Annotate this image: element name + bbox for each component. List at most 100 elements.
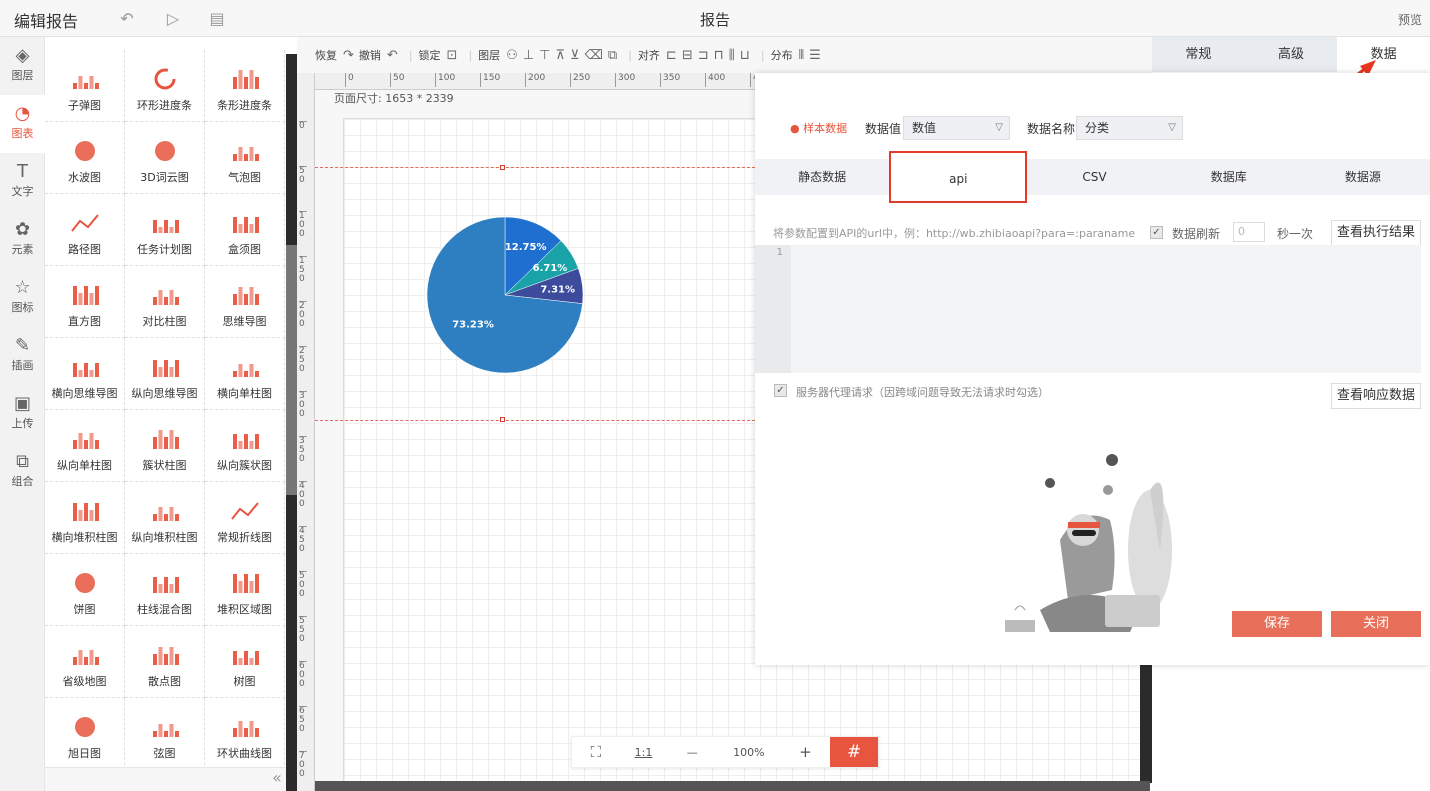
- component-scatter[interactable]: 散点图: [125, 626, 205, 698]
- distribute-button[interactable]: 分布: [771, 47, 793, 63]
- undo-icon[interactable]: ↶: [387, 48, 398, 63]
- zoom-in-button[interactable]: +: [781, 737, 831, 767]
- proxy-checkbox[interactable]: ✓: [774, 384, 787, 397]
- rail-item-palette[interactable]: ✎ 插画: [0, 327, 45, 385]
- component-hcol[interactable]: 纵向单柱图: [45, 410, 125, 482]
- rail-item-star[interactable]: ☆ 图标: [0, 269, 45, 327]
- align-right-icon[interactable]: ⊐: [698, 48, 709, 63]
- component-hist[interactable]: 直方图: [45, 266, 125, 338]
- tab-datasource[interactable]: 数据源: [1296, 159, 1430, 195]
- component-hcl[interactable]: 纵向簇状图: [205, 410, 285, 482]
- data-source-tabs: 静态数据 api CSV 数据库 数据源: [755, 151, 1430, 203]
- distribute-v-icon[interactable]: ☰: [809, 48, 821, 63]
- redo-icon[interactable]: ↷: [343, 48, 354, 63]
- api-code-editor[interactable]: [755, 245, 1421, 373]
- rail-item-shapes[interactable]: ✿ 元素: [0, 211, 45, 269]
- component-stack[interactable]: 横向堆积柱图: [45, 482, 125, 554]
- component-pie[interactable]: 饼图: [45, 554, 125, 626]
- component-bubble[interactable]: 气泡图: [205, 122, 285, 194]
- component-label: 水波图: [68, 171, 101, 184]
- component-col[interactable]: 横向单柱图: [205, 338, 285, 410]
- layer-down-icon[interactable]: ⊤: [539, 48, 550, 63]
- component-label: 横向单柱图: [217, 387, 272, 400]
- pie-chart[interactable]: 12.75% 6.71% 7.31% 73.23%: [420, 210, 590, 380]
- bubble-chart-icon: [205, 136, 284, 166]
- actual-size-button[interactable]: 1:1: [620, 737, 668, 767]
- component-radial[interactable]: 环状曲线图: [205, 698, 285, 770]
- component-mmv[interactable]: 纵向思维导图: [125, 338, 205, 410]
- layer-up-icon[interactable]: ⊥: [523, 48, 534, 63]
- align-middle-icon[interactable]: ⫼: [729, 48, 735, 63]
- component-task[interactable]: 任务计划图: [125, 194, 205, 266]
- component-cluster[interactable]: 簇状柱图: [125, 410, 205, 482]
- align-bottom-icon[interactable]: ⊔: [740, 48, 750, 63]
- copy-icon[interactable]: ⧉: [608, 48, 617, 63]
- component-vs[interactable]: 对比柱图: [125, 266, 205, 338]
- align-top-icon[interactable]: ⊓: [714, 48, 724, 63]
- close-button[interactable]: 关闭: [1331, 611, 1421, 637]
- canvas-scrollbar-h[interactable]: [315, 781, 1150, 791]
- component-ring[interactable]: 环形进度条: [125, 50, 205, 122]
- component-word[interactable]: 3D词云图: [125, 122, 205, 194]
- name-select[interactable]: 分类 ▽: [1076, 116, 1183, 140]
- component-mix[interactable]: 柱线混合图: [125, 554, 205, 626]
- grid-toggle-icon[interactable]: #: [830, 737, 878, 767]
- component-mmh[interactable]: 横向思维导图: [45, 338, 125, 410]
- layer-group-icon[interactable]: ⚇: [506, 48, 518, 63]
- zoom-out-button[interactable]: —: [667, 737, 717, 767]
- distribute-h-icon[interactable]: ⫴: [799, 48, 804, 63]
- component-sun[interactable]: 旭日图: [45, 698, 125, 770]
- component-treeh[interactable]: 树图: [205, 626, 285, 698]
- component-label: 堆积区域图: [217, 603, 272, 616]
- lock-icon[interactable]: ⊡: [447, 48, 458, 63]
- rail-item-layers[interactable]: ◈ 图层: [0, 37, 45, 95]
- component-bars[interactable]: 子弹图: [45, 50, 125, 122]
- component-map[interactable]: 省级地图: [45, 626, 125, 698]
- rail-item-image-upload[interactable]: ▣ 上传: [0, 385, 45, 443]
- layer-button[interactable]: 图层: [478, 47, 500, 63]
- ruler-tick: 100: [299, 211, 307, 239]
- lock-button[interactable]: 锁定: [419, 47, 441, 63]
- component-chord[interactable]: 弦图: [125, 698, 205, 770]
- view-exec-result-button[interactable]: 查看执行结果: [1331, 220, 1421, 246]
- rail-item-text[interactable]: T 文字: [0, 153, 45, 211]
- delete-icon[interactable]: ⌫: [585, 48, 603, 63]
- tab-database[interactable]: 数据库: [1162, 159, 1296, 195]
- align-center-icon[interactable]: ⊟: [682, 48, 693, 63]
- preview-button[interactable]: 预览: [1398, 11, 1422, 28]
- tab-api[interactable]: api: [889, 151, 1028, 203]
- save-button[interactable]: 保存: [1232, 611, 1322, 637]
- undo-button[interactable]: 撤销: [359, 47, 381, 63]
- resize-handle-bottom[interactable]: [500, 417, 505, 422]
- hstack-chart-icon: [125, 496, 204, 526]
- tab-csv[interactable]: CSV: [1027, 159, 1161, 195]
- panel-scrollbar-thumb[interactable]: [286, 245, 297, 495]
- component-line[interactable]: 常规折线图: [205, 482, 285, 554]
- layer-bottom-icon[interactable]: ⊻: [570, 48, 580, 63]
- fit-screen-icon[interactable]: ⛶: [572, 737, 620, 767]
- component-hbar[interactable]: 条形进度条: [205, 50, 285, 122]
- component-hstack[interactable]: 纵向堆积柱图: [125, 482, 205, 554]
- refresh-checkbox[interactable]: ✓: [1150, 226, 1163, 239]
- component-drop[interactable]: 水波图: [45, 122, 125, 194]
- component-tree[interactable]: 思维导图: [205, 266, 285, 338]
- value-select[interactable]: 数值 ▽: [903, 116, 1010, 140]
- redo-button[interactable]: 恢复: [315, 47, 337, 63]
- collapse-icon[interactable]: «: [272, 768, 282, 787]
- tab-normal[interactable]: 常规: [1152, 37, 1245, 72]
- component-area[interactable]: 堆积区域图: [205, 554, 285, 626]
- view-response-button[interactable]: 查看响应数据: [1331, 383, 1421, 409]
- resize-handle-top[interactable]: [500, 165, 505, 170]
- component-path[interactable]: 路径图: [45, 194, 125, 266]
- area-chart-icon: [205, 568, 284, 598]
- align-left-icon[interactable]: ⊏: [666, 48, 677, 63]
- rail-item-group[interactable]: ⧉ 组合: [0, 443, 45, 501]
- component-label: 柱线混合图: [137, 603, 192, 616]
- refresh-interval-input[interactable]: 0: [1233, 222, 1265, 242]
- rail-item-chart-pie[interactable]: ◔ 图表: [0, 95, 45, 153]
- component-label: 纵向簇状图: [217, 459, 272, 472]
- layer-top-icon[interactable]: ⊼: [555, 48, 565, 63]
- align-button[interactable]: 对齐: [638, 47, 660, 63]
- component-box[interactable]: 盒须图: [205, 194, 285, 266]
- tab-static-data[interactable]: 静态数据: [755, 159, 889, 195]
